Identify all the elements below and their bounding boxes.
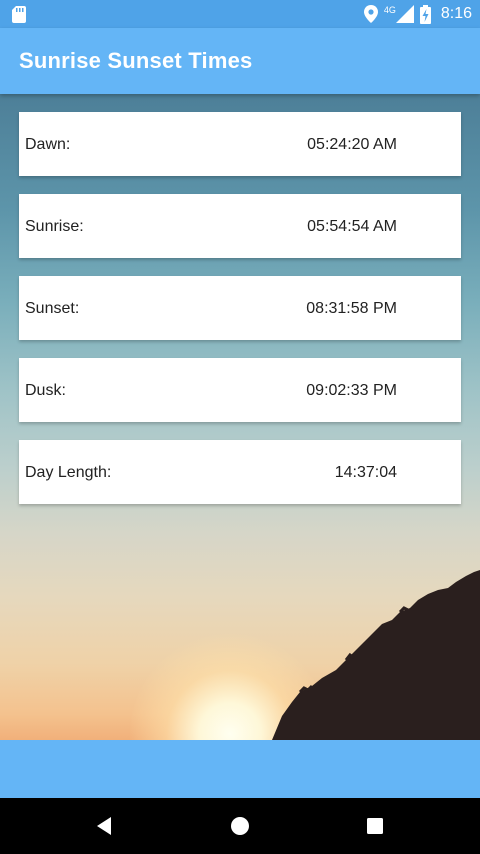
back-icon [97, 817, 111, 835]
screen: 4G 8:16 Sunrise Sunset Times Dawn: 05:24… [0, 0, 480, 854]
battery-charging-icon [419, 4, 431, 24]
sunset-label: Sunset: [25, 300, 80, 317]
status-time: 8:16 [440, 5, 472, 22]
time-card-sunset: Sunset: 08:31:58 PM [19, 276, 461, 340]
network-type-label: 4G [383, 5, 396, 15]
day-length-label: Day Length: [25, 464, 112, 481]
time-card-dusk: Dusk: 09:02:33 PM [19, 358, 461, 422]
back-button[interactable] [91, 812, 119, 840]
day-length-value: 14:37:04 [334, 464, 397, 481]
dusk-label: Dusk: [25, 382, 66, 399]
home-icon [231, 817, 249, 835]
sunrise-label: Sunrise: [25, 218, 84, 235]
app-title: Sunrise Sunset Times [19, 48, 253, 73]
time-card-dawn: Dawn: 05:24:20 AM [19, 112, 461, 176]
status-icons: 4G 8:16 [363, 0, 472, 28]
dawn-label: Dawn: [25, 136, 71, 153]
sd-card-icon [12, 6, 26, 23]
recents-button[interactable] [361, 812, 389, 840]
sunset-value: 08:31:58 PM [306, 300, 397, 317]
app-bar: Sunrise Sunset Times [0, 28, 480, 94]
location-pin-icon [363, 5, 378, 23]
dusk-value: 09:02:33 PM [306, 382, 397, 399]
status-bar: 4G 8:16 [0, 0, 480, 28]
bottom-bar [0, 740, 480, 798]
sunrise-value: 05:54:54 AM [307, 218, 397, 235]
dawn-value: 05:24:20 AM [307, 136, 397, 153]
recents-icon [367, 818, 383, 834]
navigation-bar [0, 798, 480, 854]
time-card-day-length: Day Length: 14:37:04 [19, 440, 461, 504]
time-card-sunrise: Sunrise: 05:54:54 AM [19, 194, 461, 258]
signal-icon [395, 5, 414, 23]
home-button[interactable] [226, 812, 254, 840]
